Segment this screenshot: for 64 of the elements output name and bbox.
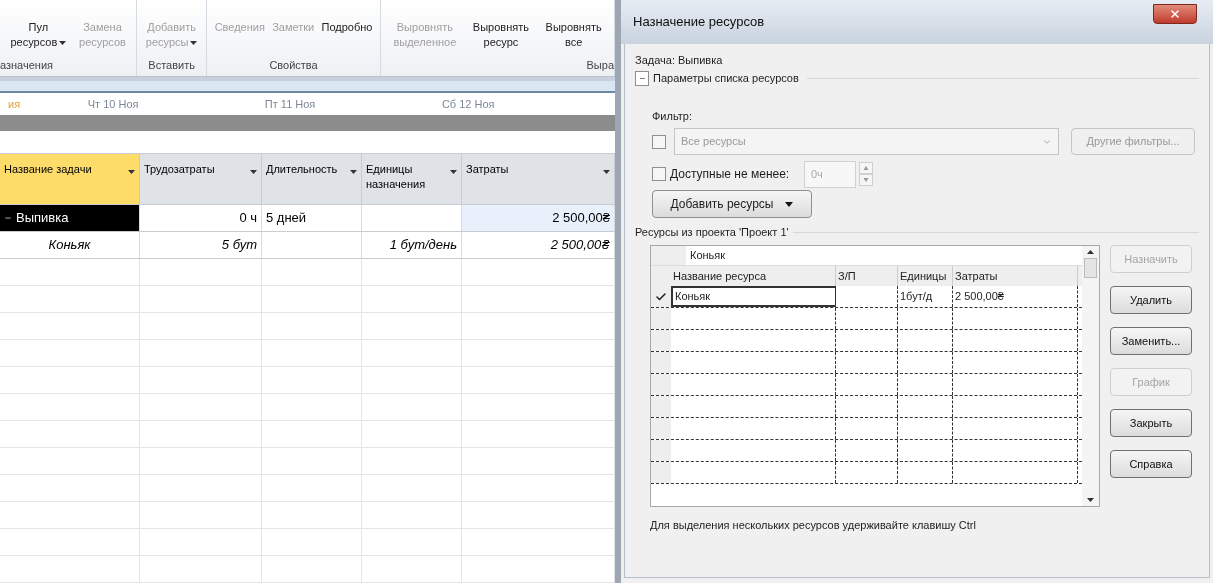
- column-header[interactable]: Длительность: [262, 154, 362, 204]
- checkbox[interactable]: [652, 134, 666, 149]
- dropdown-caret-icon: [603, 170, 610, 174]
- table-cell: 5 бут: [140, 232, 262, 258]
- checkbox[interactable]: [652, 167, 666, 181]
- dropdown-caret-icon: [350, 170, 357, 174]
- grid-cell: 2 500,00₴: [953, 286, 1078, 307]
- timescale-label: Сб 12 Ноя: [440, 96, 496, 112]
- scroll-up-icon[interactable]: [1087, 250, 1094, 254]
- scroll-down-icon[interactable]: [1087, 498, 1094, 502]
- grid-column-header[interactable]: Единицы: [898, 266, 953, 286]
- ribbon-group-label: Выра: [585, 57, 614, 73]
- timescale-label: Пт 11 Ноя: [263, 96, 317, 112]
- dropdown-caret-icon: [59, 40, 67, 45]
- ribbon-group-label: Свойства: [268, 57, 319, 73]
- ribbon-button[interactable]: Выровнять ресурс: [470, 20, 531, 50]
- dropdown-caret-icon: [190, 40, 198, 45]
- dropdown-caret-icon: [128, 170, 135, 174]
- ribbon-button[interactable]: Подробно: [319, 20, 375, 50]
- grid-column-header[interactable]: Затраты: [953, 266, 1078, 286]
- edit-field[interactable]: Коньяк: [686, 246, 1082, 265]
- table-cell: 5 дней: [262, 205, 362, 231]
- grid-cell: Коньяк: [671, 286, 836, 307]
- hint-text: Для выделения нескольких ресурсов удерживайте клавишу Ctrl: [650, 518, 977, 533]
- section-label: Ресурсы из проекта 'Проект 1': [635, 224, 789, 240]
- table-cell: 2 500,00₴: [462, 205, 615, 231]
- close-icon: [1169, 8, 1181, 20]
- column-header[interactable]: Затраты: [462, 154, 615, 204]
- table-cell: 0 ч: [140, 205, 262, 231]
- ribbon-group-label: азначения: [0, 57, 54, 73]
- dialog-button[interactable]: Закрыть: [1110, 409, 1192, 437]
- dropdown-caret-icon: [785, 201, 794, 207]
- dropdown-caret-icon: [250, 170, 257, 174]
- ribbon-group-label: Вставить: [147, 57, 196, 73]
- ribbon-button[interactable]: Пул ресурсов: [8, 20, 69, 50]
- timescale-label: ия: [7, 96, 22, 112]
- collapse-icon[interactable]: [4, 214, 12, 222]
- scroll-thumb[interactable]: [1084, 258, 1097, 278]
- add-resources-button[interactable]: Добавить ресурсы: [652, 190, 812, 218]
- grid-column-header[interactable]: Название ресурса: [671, 266, 836, 286]
- ribbon-button[interactable]: Выровнять все: [543, 20, 604, 50]
- table-cell: 1 бут/день: [362, 232, 462, 258]
- dialog-button[interactable]: Заменить...: [1110, 327, 1192, 355]
- dialog-button[interactable]: Справка: [1110, 450, 1192, 478]
- task-label: Задача: Выпивка: [635, 53, 724, 68]
- dropdown-caret-icon: [450, 170, 457, 174]
- spin-down-icon: [859, 174, 873, 186]
- table-cell: Коньяк: [0, 232, 140, 258]
- dialog-button[interactable]: Удалить: [1110, 286, 1192, 314]
- filter-label: Фильтр:: [652, 109, 693, 124]
- grid-cell: 1бут/д: [898, 286, 953, 307]
- close-button[interactable]: [1153, 4, 1197, 24]
- table-cell: Выпивка: [0, 205, 140, 231]
- column-header[interactable]: Единицы назначения: [362, 154, 462, 204]
- section-label: Параметры списка ресурсов: [653, 70, 799, 86]
- column-header[interactable]: Название задачи: [0, 154, 140, 204]
- window-title: Назначение ресурсов: [633, 13, 765, 32]
- column-header[interactable]: Трудозатраты: [140, 154, 262, 204]
- timescale-label: Чт 10 Ноя: [86, 96, 140, 112]
- grid-column-header[interactable]: З/П: [836, 266, 898, 286]
- scrollbar[interactable]: [1082, 246, 1099, 506]
- expand-collapse-button[interactable]: [635, 70, 649, 86]
- available-label: Доступные не менее:: [670, 166, 791, 183]
- spin-up-icon: [859, 162, 873, 174]
